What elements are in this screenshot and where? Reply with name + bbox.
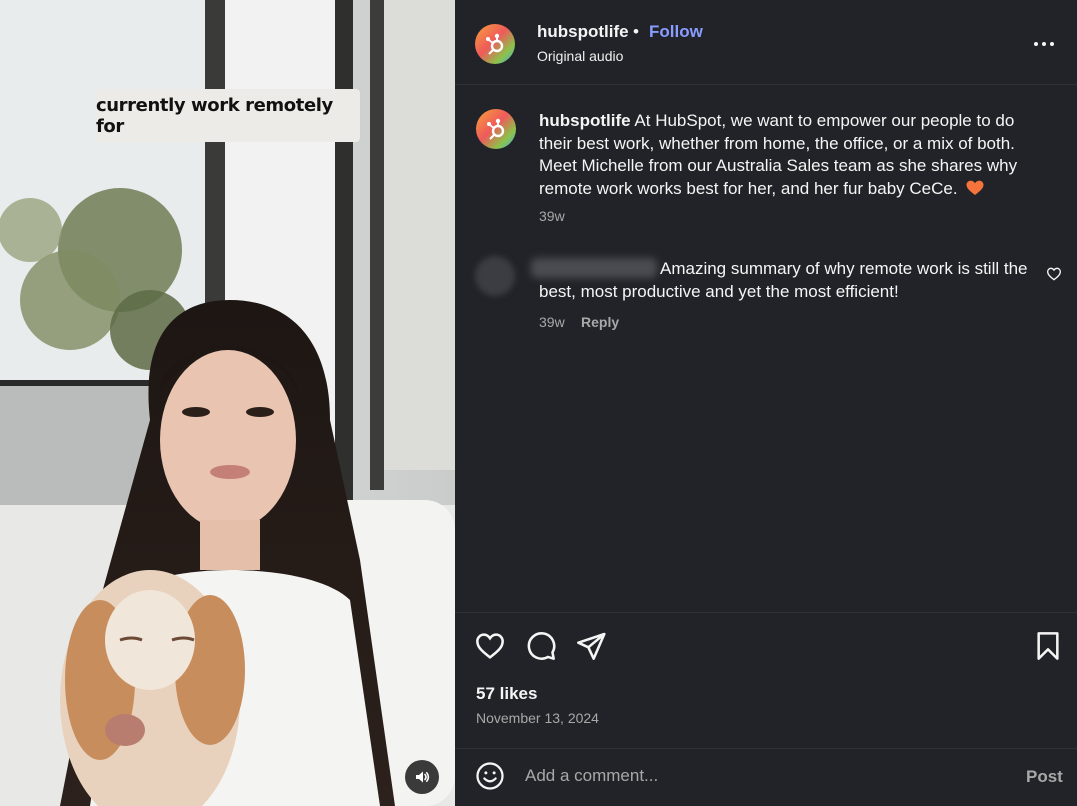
video-text-overlay: currently work remotely for [96,89,360,142]
save-button[interactable] [1032,630,1064,662]
reel-video[interactable]: currently work remotely for [0,0,455,806]
header-avatar[interactable] [475,24,515,64]
reply-button[interactable]: Reply [581,314,619,330]
hubspot-logo-icon [476,109,516,149]
more-horizontal-icon [1034,42,1054,46]
heart-icon [1046,267,1062,281]
comment-text: Amazing summary of why remote work is st… [539,259,1028,301]
actions-divider [455,612,1077,613]
composer-divider [455,748,1077,749]
share-button[interactable] [575,630,607,662]
comment-button[interactable] [525,630,557,662]
commenter-avatar[interactable] [475,256,515,296]
comment-timestamp[interactable]: 39w [539,314,565,330]
post-panel: hubspotlife • Follow Original audio hubs… [455,0,1077,806]
audio-label[interactable]: Original audio [537,48,623,64]
comment-like-button[interactable] [1046,266,1062,282]
post-date[interactable]: November 13, 2024 [476,710,599,726]
caption-avatar[interactable] [476,109,516,149]
emoji-picker-button[interactable] [475,761,505,791]
more-options-button[interactable] [1032,32,1056,56]
bookmark-icon [1037,632,1059,660]
send-icon [577,632,606,660]
volume-icon [416,771,430,783]
post-caption: hubspotlife At HubSpot, we want to empow… [539,110,1049,200]
caption-timestamp[interactable]: 39w [539,208,565,224]
hubspot-logo-icon [475,24,515,64]
heart-icon [476,633,504,659]
post-comment-button[interactable]: Post [1026,767,1063,787]
caption-username[interactable]: hubspotlife [539,111,631,130]
mute-button[interactable] [405,760,439,794]
header-divider [455,84,1077,85]
comment-icon [527,632,556,660]
add-comment-input[interactable] [525,762,1005,790]
likes-count[interactable]: 57 likes [476,684,537,704]
video-text-overlay-label: currently work remotely for [96,94,333,137]
smiley-icon [476,762,504,790]
header-separator: • [633,22,639,41]
header-username[interactable]: hubspotlife [537,22,629,42]
orange-heart-icon [966,180,984,195]
like-button[interactable] [474,630,506,662]
follow-button[interactable]: Follow [649,22,703,42]
